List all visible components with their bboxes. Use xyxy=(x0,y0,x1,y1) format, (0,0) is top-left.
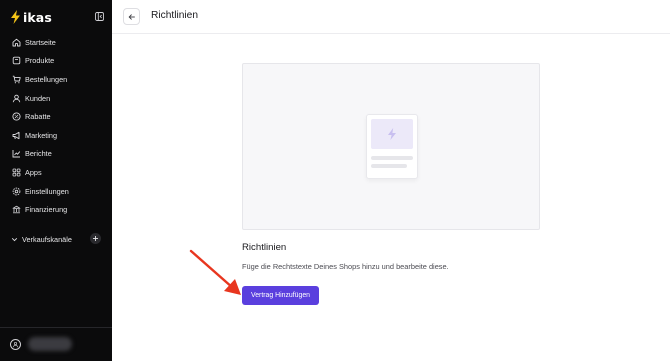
sidebar-collapse-icon[interactable] xyxy=(95,12,104,21)
back-button[interactable] xyxy=(123,8,140,25)
bolt-icon xyxy=(388,128,396,140)
user-account-row[interactable] xyxy=(0,334,112,354)
cart-icon xyxy=(12,75,21,84)
sidebar-item-rabatte[interactable]: Rabatte xyxy=(0,107,112,126)
annotation-arrow-icon xyxy=(189,249,241,295)
sidebar-item-label: Startseite xyxy=(25,37,56,47)
add-sales-channel-button[interactable] xyxy=(90,233,101,244)
sidebar-item-label: Einstellungen xyxy=(25,186,69,196)
empty-state-illustration xyxy=(242,63,540,230)
user-icon xyxy=(12,341,19,348)
arrow-left-icon xyxy=(128,13,135,20)
chart-icon xyxy=(12,149,21,158)
sidebar-item-label: Rabatte xyxy=(25,112,51,122)
sidebar-item-marketing[interactable]: Marketing xyxy=(0,126,112,145)
document-illustration xyxy=(366,114,418,179)
tag-icon xyxy=(12,56,21,65)
sales-channels-section[interactable]: Verkaufskanäle xyxy=(0,232,112,246)
document-line xyxy=(371,156,413,160)
user-icon xyxy=(12,94,21,103)
chevron-down-icon xyxy=(11,237,18,241)
sidebar-divider xyxy=(0,327,112,328)
sidebar-item-kunden[interactable]: Kunden xyxy=(0,89,112,108)
percent-icon xyxy=(12,112,21,121)
megaphone-icon xyxy=(12,131,21,140)
section-description: Füge die Rechtstexte Deines Shops hinzu … xyxy=(242,262,449,271)
sidebar-item-startseite[interactable]: Startseite xyxy=(0,33,112,52)
sidebar-item-apps[interactable]: Apps xyxy=(0,163,112,182)
bank-icon xyxy=(12,205,21,214)
plus-icon xyxy=(93,236,98,241)
section-title: Richtlinien xyxy=(242,242,287,253)
apps-icon xyxy=(12,168,21,177)
brand-name: ikas xyxy=(23,9,52,25)
sidebar-item-label: Bestellungen xyxy=(25,74,68,84)
brand-logo[interactable]: ikas xyxy=(10,9,52,25)
sidebar-item-label: Produkte xyxy=(25,56,55,66)
sidebar-item-label: Kunden xyxy=(25,93,51,103)
sidebar-item-label: Marketing xyxy=(25,130,58,140)
page-header: Richtlinien xyxy=(112,0,670,34)
sidebar-item-label: Berichte xyxy=(25,149,52,159)
sidebar: ikas Startseite Produkte Bestellungen Ku… xyxy=(0,0,112,361)
home-icon xyxy=(12,38,21,47)
sidebar-item-einstellungen[interactable]: Einstellungen xyxy=(0,182,112,201)
sidebar-item-berichte[interactable]: Berichte xyxy=(0,145,112,164)
sidebar-item-bestellungen[interactable]: Bestellungen xyxy=(0,70,112,89)
sidebar-item-finanzierung[interactable]: Finanzierung xyxy=(0,200,112,219)
sidebar-item-produkte[interactable]: Produkte xyxy=(0,52,112,71)
blurred-user-name xyxy=(28,337,72,351)
add-contract-button[interactable]: Vertrag Hinzufügen xyxy=(242,286,319,305)
bolt-logo-icon xyxy=(11,10,20,24)
sidebar-nav: Startseite Produkte Bestellungen Kunden xyxy=(0,33,112,219)
sidebar-item-label: Apps xyxy=(25,167,42,177)
avatar[interactable] xyxy=(10,339,21,350)
document-line xyxy=(371,164,407,168)
sidebar-item-label: Finanzierung xyxy=(25,205,68,215)
app-root: ikas Startseite Produkte Bestellungen Ku… xyxy=(0,0,670,361)
sales-channels-label: Verkaufskanäle xyxy=(22,234,72,244)
page-title: Richtlinien xyxy=(151,10,198,21)
gear-icon xyxy=(12,187,21,196)
document-illustration-header xyxy=(371,119,413,149)
